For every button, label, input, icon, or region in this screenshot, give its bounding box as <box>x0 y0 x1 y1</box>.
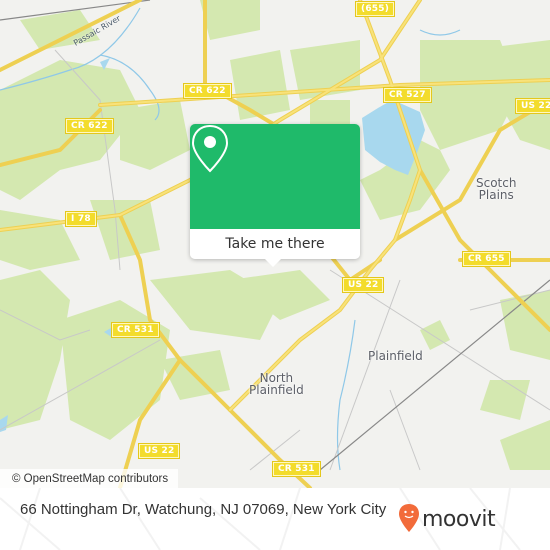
place-name: Plains <box>478 188 514 202</box>
moovit-logo[interactable]: moovit <box>398 503 496 537</box>
map-attribution[interactable]: © OpenStreetMap contributors <box>0 469 179 488</box>
place-name: Plainfield <box>249 383 304 397</box>
address-text: 66 Nottingham Dr, Watchung, NJ 07069, Ne… <box>20 501 387 518</box>
moovit-wordmark: moovit <box>422 507 496 532</box>
moovit-pin-logo-icon <box>398 503 420 537</box>
road-shield-cr622: CR 622 <box>65 118 114 134</box>
road-shield-cr531: CR 531 <box>111 322 160 338</box>
popup-header <box>190 124 360 229</box>
popup-pointer <box>265 259 281 267</box>
road-shield-cr622: CR 622 <box>183 83 232 99</box>
road-shield-us22: US 22 <box>514 98 550 114</box>
road-shield-i78: I 78 <box>65 211 97 227</box>
road-shield-655: (655) <box>354 1 396 17</box>
road-shield-us22: US 22 <box>341 277 385 293</box>
road-shield-us22: US 22 <box>137 443 181 459</box>
place-label-plainfield: Plainfield <box>368 349 423 363</box>
road-shield-cr527: CR 527 <box>383 87 432 103</box>
footer: 66 Nottingham Dr, Watchung, NJ 07069, Ne… <box>0 488 550 550</box>
place-label-north-plainfield: North Plainfield <box>249 372 304 396</box>
location-popup: Take me there <box>190 124 360 267</box>
road-shield-cr531: CR 531 <box>272 461 321 477</box>
map-view[interactable]: Passaic River (655) CR 622 CR 622 CR 527… <box>0 0 550 488</box>
road-shield-cr655: CR 655 <box>462 251 511 267</box>
take-me-there-button[interactable]: Take me there <box>190 229 360 259</box>
place-label-scotch-plains: Scotch Plains <box>476 177 516 201</box>
